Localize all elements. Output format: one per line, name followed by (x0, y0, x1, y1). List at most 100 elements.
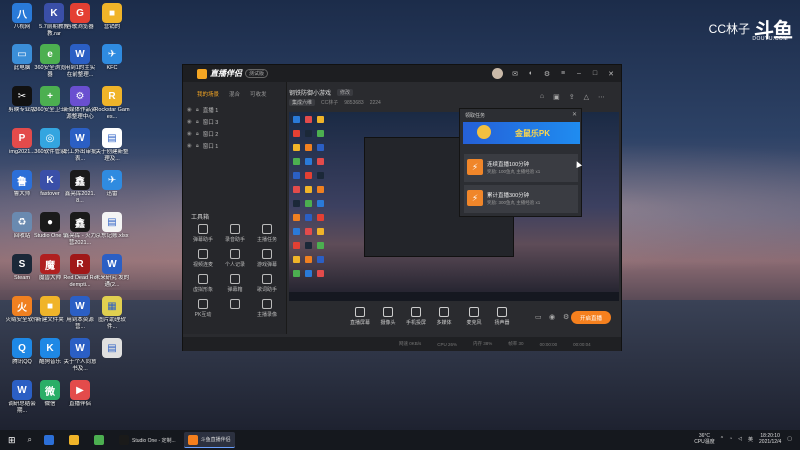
desktop-icon[interactable]: ▤ 关于创建新整理及... (94, 128, 130, 162)
tab-scenes[interactable]: 我的场景 (197, 90, 219, 98)
scene-label: 窗口 3 (202, 120, 219, 126)
lock-icon[interactable]: 🔒︎ (196, 119, 199, 126)
desktop-icon[interactable]: 八八视网 (4, 3, 40, 37)
message-icon[interactable]: ✉ (511, 70, 519, 78)
scene-item[interactable]: ◉ 🔒︎ 窗口 1 (183, 140, 286, 152)
task-item[interactable]: ⚡ 连续直播100分钟 奖励: 100鱼丸 主播经验 x1 (464, 154, 578, 182)
speaker-button[interactable]: 扬声器 (489, 307, 515, 326)
tool-button[interactable] (219, 299, 251, 318)
desktop-icon[interactable]: R Red Dead Redempti... (62, 254, 98, 288)
tool-label: 虚拟形象 (192, 287, 213, 293)
scene-item[interactable]: ◉ 🔒︎ 直播 1 (183, 104, 286, 116)
tab-send[interactable]: 可收发 (250, 90, 267, 98)
desktop-icon[interactable]: ▦ 图片助理软件... (94, 296, 130, 330)
settings-icon[interactable]: ⚙ (543, 70, 551, 78)
network-icon[interactable]: ◔ (729, 436, 732, 442)
tray-expand-icon[interactable]: ^ (721, 436, 723, 442)
desktop-icon[interactable]: 鑫鑫亮库 - 火力营2021... (62, 212, 98, 246)
bell-icon[interactable]: △ (584, 93, 589, 101)
app-icon: ▦ (102, 296, 122, 316)
close-icon[interactable]: ✕ (607, 70, 615, 78)
desktop-icon[interactable]: ■ 营销的 (94, 3, 130, 37)
desktop-icon[interactable]: 鑫鑫亮库2021.8... (62, 170, 98, 204)
desktop-icon[interactable]: ⚙ 新媒体作品资源整理中心 (62, 86, 98, 120)
lock-icon[interactable]: 🔒︎ (196, 143, 199, 150)
desktop-icon[interactable]: W 职工外出审批表... (62, 128, 98, 162)
avatar[interactable] (492, 68, 503, 79)
clock-date: 2021/12/4 (759, 439, 782, 445)
scene-item[interactable]: ◉ 🔒︎ 窗口 2 (183, 128, 286, 140)
clock[interactable]: 18:20:10 2021/12/4 (759, 433, 781, 445)
media-button[interactable]: 多媒体 (431, 307, 457, 326)
desktop-icon[interactable]: ✈ 迅雷 (94, 170, 130, 204)
tool-icon (262, 299, 272, 309)
desktop-icon[interactable]: G 谷歌浏览器 (62, 3, 98, 37)
screen-capture-button[interactable]: 直播屏幕 (347, 307, 373, 326)
desktop-icon[interactable]: W 用到本资源营... (62, 296, 98, 330)
volume-icon[interactable]: ◁ (738, 436, 742, 442)
record-icon[interactable]: ▭ (535, 313, 542, 321)
desktop-icon[interactable]: W 未来研究 发的通(2... (94, 254, 130, 288)
tool-button[interactable]: 弹幕助手 (187, 224, 219, 243)
edit-room-button[interactable]: 修改 (337, 89, 354, 96)
lock-icon[interactable]: 🔒︎ (196, 131, 199, 138)
taskbar-app[interactable]: 斗鱼直播伴侣 (183, 432, 235, 448)
pk-banner[interactable]: 金鼠乐PK (463, 122, 580, 144)
tool-button[interactable]: 视频连麦 (187, 249, 219, 268)
taskbar-app[interactable] (40, 432, 61, 448)
tool-button[interactable]: 游戏弹幕 (251, 249, 283, 268)
tool-button[interactable]: 录音助手 (219, 224, 251, 243)
minimize-icon[interactable]: – (575, 70, 583, 78)
taskbar-app[interactable]: Studio One - 定制... (115, 432, 180, 448)
taskbar-app[interactable] (90, 432, 111, 448)
tool-button[interactable]: 弹幕箱 (219, 274, 251, 293)
taskbar-app[interactable] (65, 432, 86, 448)
scene-item[interactable]: ◉ 🔒︎ 窗口 3 (183, 116, 286, 128)
menu-icon[interactable]: ≡ (559, 70, 567, 78)
desktop-icon[interactable]: W 关于个人同意书及... (62, 338, 98, 372)
eye-icon[interactable]: ◉ (187, 107, 192, 113)
skin-icon[interactable]: ◐ (527, 70, 535, 78)
notification-icon[interactable]: ▢ (787, 436, 792, 442)
start-button[interactable]: ⊞ (4, 432, 20, 448)
desktop-icon[interactable]: ▶ 直播伴侣 (62, 380, 98, 414)
desktop-icon[interactable]: R Rockstar Games... (94, 86, 130, 120)
control-label: 多媒体 (436, 320, 452, 326)
settings-icon[interactable]: ⚙ (563, 313, 569, 321)
more-icon[interactable]: ⋯ (598, 93, 605, 101)
desktop-icon[interactable]: ▤ (94, 338, 130, 372)
tool-button[interactable]: 歌词助手 (251, 274, 283, 293)
desktop-icon-label: KFC (106, 65, 118, 71)
eye-icon[interactable]: ◉ (187, 143, 192, 149)
phone-cast-button[interactable]: 手机投屏 (403, 307, 429, 326)
eye-icon[interactable]: ◉ (549, 313, 555, 321)
preview-desktop-icon (317, 158, 324, 165)
input-method-icon[interactable]: 英 (748, 436, 753, 443)
lock-icon[interactable]: ▣ (553, 93, 560, 101)
desktop-icon[interactable]: ✈ KFC (94, 44, 130, 78)
app-icon: ■ (102, 3, 122, 23)
task-item[interactable]: ⚡ 累计直播300分钟 奖励: 300鱼丸 主播经验 x1 (464, 185, 578, 213)
category-badge[interactable]: 集成六维 (289, 99, 316, 106)
weather[interactable]: 36°C CPU温度 (694, 433, 715, 445)
eye-icon[interactable]: ◉ (187, 131, 192, 137)
search-button[interactable]: ⌕ (24, 432, 36, 448)
maximize-icon[interactable]: □ (591, 70, 599, 78)
tool-button[interactable]: PK互动 (187, 299, 219, 318)
tool-button[interactable]: 个人记录 (219, 249, 251, 268)
close-icon[interactable]: ✕ (572, 111, 577, 118)
desktop-icon[interactable]: W 用到1的主实在前整理... (62, 44, 98, 78)
go-live-button[interactable]: 开启直播 (571, 311, 611, 324)
desktop-icon[interactable]: ▤ 京东记账.xlsx (94, 212, 130, 246)
gift-icon[interactable]: ⌂ (540, 93, 544, 101)
share-icon[interactable]: ⇪ (569, 93, 575, 101)
lock-icon[interactable]: 🔒︎ (196, 107, 199, 114)
eye-icon[interactable]: ◉ (187, 119, 192, 125)
tool-button[interactable]: 主播任务 (251, 224, 283, 243)
tab-mix[interactable]: 混合 (229, 90, 240, 98)
tool-icon (262, 249, 272, 259)
tool-button[interactable]: 主播录像 (251, 299, 283, 318)
camera-button[interactable]: 摄像头 (375, 307, 401, 326)
tool-button[interactable]: 虚拟形象 (187, 274, 219, 293)
microphone-button[interactable]: 麦克风 (461, 307, 487, 326)
